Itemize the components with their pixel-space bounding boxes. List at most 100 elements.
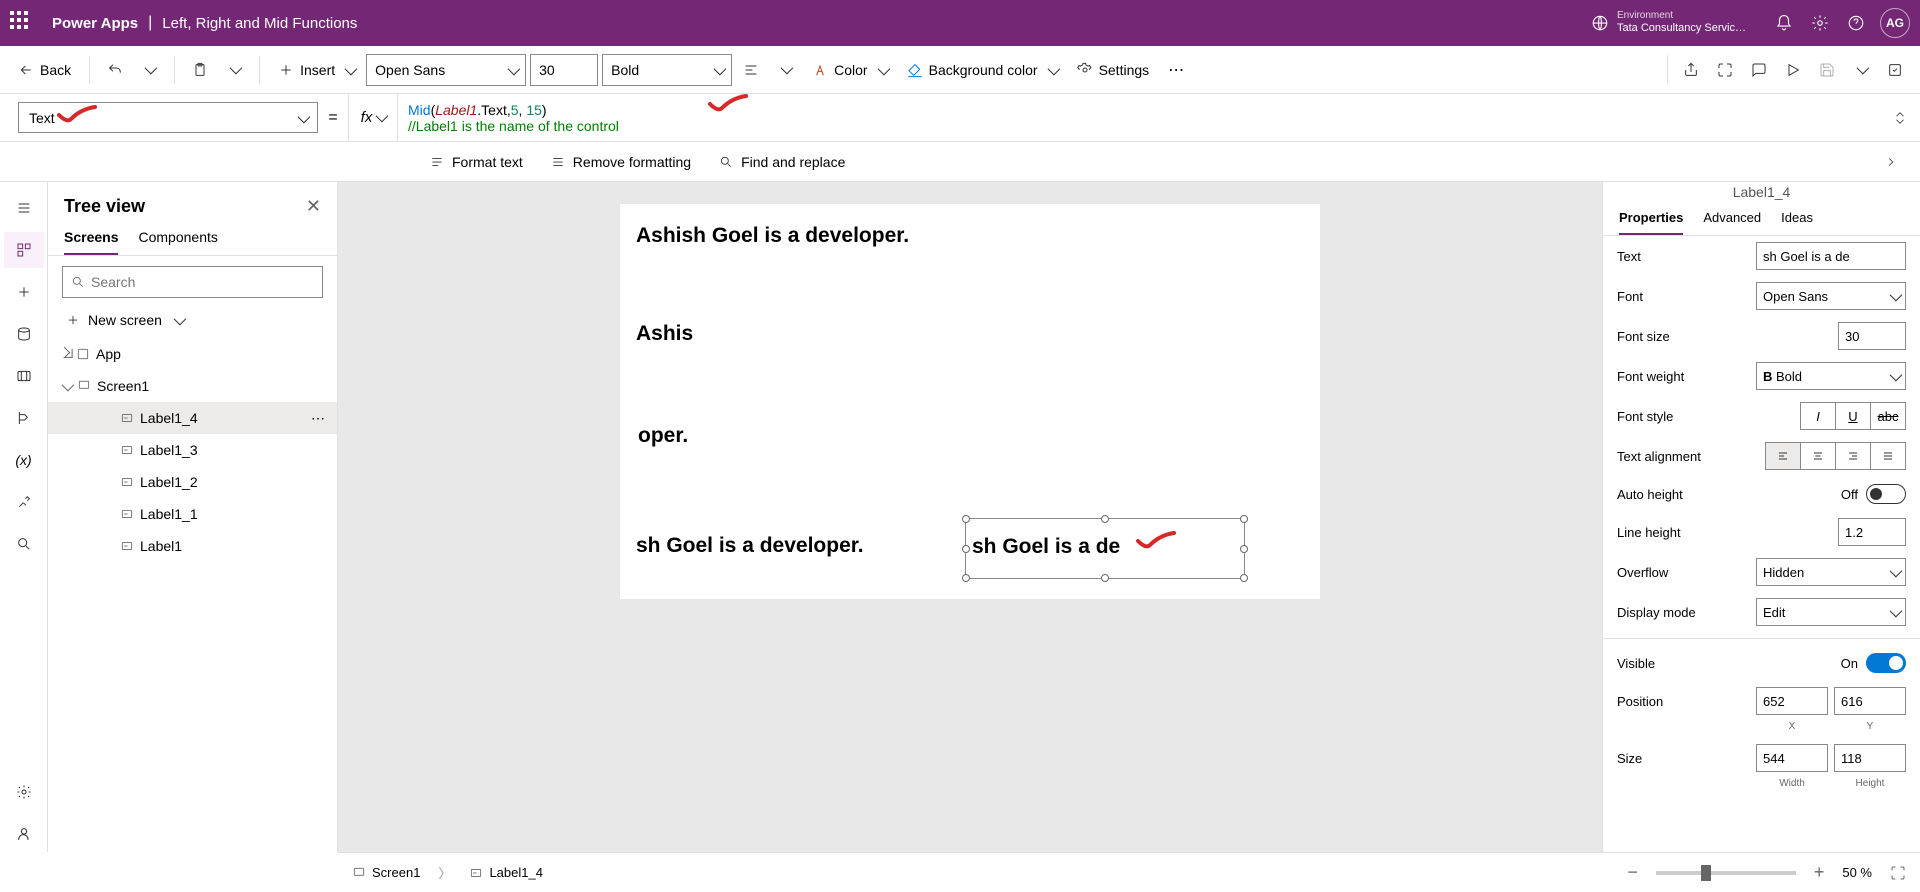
save-dropdown[interactable] <box>1846 55 1876 85</box>
prop-fontsize-input[interactable] <box>1838 322 1906 350</box>
tab-properties[interactable]: Properties <box>1619 210 1683 235</box>
tools-rail-icon[interactable] <box>4 484 44 520</box>
undo-dropdown[interactable] <box>134 55 164 85</box>
tree-search-input[interactable] <box>91 274 314 290</box>
prop-position-y[interactable] <box>1834 687 1906 715</box>
italic-button[interactable]: I <box>1800 402 1836 430</box>
tab-advanced[interactable]: Advanced <box>1703 210 1761 235</box>
close-tree-button[interactable]: ✕ <box>306 196 321 217</box>
help-button[interactable] <box>1838 5 1874 41</box>
tree-node-app[interactable]: App <box>48 338 337 370</box>
align-justify-button[interactable] <box>1870 442 1906 470</box>
prop-position-x[interactable] <box>1756 687 1828 715</box>
breadcrumb-label[interactable]: Label1_4 <box>469 865 543 880</box>
canvas-selected-label[interactable]: sh Goel is a de <box>965 518 1245 579</box>
formula-input[interactable]: Mid(Label1.Text,5, 15) //Label1 is the n… <box>398 94 1880 141</box>
insert-button[interactable]: Insert <box>270 58 362 82</box>
zoom-in-button[interactable]: + <box>1814 862 1825 883</box>
canvas-area[interactable]: Ashish Goel is a developer. Ashis oper. … <box>338 182 1602 852</box>
align-dropdown[interactable] <box>770 55 800 85</box>
breadcrumb-screen[interactable]: Screen1 <box>352 865 420 880</box>
data-rail-icon[interactable] <box>4 316 44 352</box>
font-dropdown[interactable]: Open Sans <box>366 54 526 86</box>
find-replace-button[interactable]: Find and replace <box>719 154 845 170</box>
app-launcher-icon[interactable] <box>10 11 34 35</box>
remove-formatting-button[interactable]: Remove formatting <box>551 154 691 170</box>
environment-picker[interactable]: Environment Tata Consultancy Servic… <box>1617 10 1746 35</box>
app-checker-button[interactable] <box>1710 55 1740 85</box>
align-right-button[interactable] <box>1835 442 1871 470</box>
tree-node-label[interactable]: Label1_2 <box>48 466 337 498</box>
zoom-slider[interactable] <box>1656 871 1796 875</box>
expand-panel-button[interactable] <box>1884 155 1908 169</box>
variables-rail-icon[interactable]: (x) <box>4 442 44 478</box>
app-header: Power Apps | Left, Right and Mid Functio… <box>0 0 1920 46</box>
fit-to-window-button[interactable] <box>1890 865 1906 881</box>
tab-screens[interactable]: Screens <box>64 229 118 255</box>
prop-displaymode-dropdown[interactable]: Edit <box>1756 598 1906 626</box>
tree-node-label[interactable]: Label1_1 <box>48 498 337 530</box>
undo-button[interactable] <box>100 55 130 85</box>
flows-rail-icon[interactable] <box>4 400 44 436</box>
new-screen-button[interactable]: New screen <box>48 308 337 338</box>
insert-rail-icon[interactable] <box>4 274 44 310</box>
prop-size-w[interactable] <box>1756 744 1828 772</box>
ask-rail-icon[interactable] <box>4 816 44 852</box>
prop-overflow-dropdown[interactable]: Hidden <box>1756 558 1906 586</box>
canvas-label-2[interactable]: Ashis <box>636 322 693 346</box>
zoom-out-button[interactable]: − <box>1627 862 1638 883</box>
tree-node-label[interactable]: Label1_3 <box>48 434 337 466</box>
search-rail-icon[interactable] <box>4 526 44 562</box>
save-button[interactable] <box>1812 55 1842 85</box>
tree-view-icon[interactable] <box>4 232 44 268</box>
strikethrough-button[interactable]: abc <box>1870 402 1906 430</box>
underline-button[interactable]: U <box>1835 402 1871 430</box>
tab-components[interactable]: Components <box>138 229 217 255</box>
design-canvas[interactable]: Ashish Goel is a developer. Ashis oper. … <box>620 204 1320 599</box>
node-more-icon[interactable]: ⋯ <box>311 410 325 427</box>
media-rail-icon[interactable] <box>4 358 44 394</box>
fx-button[interactable]: fx <box>348 94 398 141</box>
play-button[interactable] <box>1778 55 1808 85</box>
tab-ideas[interactable]: Ideas <box>1781 210 1813 235</box>
settings-rail-icon[interactable] <box>4 774 44 810</box>
settings-button[interactable] <box>1802 5 1838 41</box>
prop-fontweight-dropdown[interactable]: B Bold <box>1756 362 1906 390</box>
prop-lineheight-input[interactable] <box>1838 518 1906 546</box>
align-center-button[interactable] <box>1800 442 1836 470</box>
paste-dropdown[interactable] <box>219 55 249 85</box>
format-text-button[interactable]: Format text <box>430 154 523 170</box>
canvas-label-4[interactable]: sh Goel is a developer. <box>636 534 864 558</box>
bgcolor-button[interactable]: Background color <box>899 58 1065 82</box>
color-button[interactable]: Color <box>804 58 894 82</box>
prop-font-dropdown[interactable]: Open Sans <box>1756 282 1906 310</box>
tree-node-label[interactable]: Label1 <box>48 530 337 562</box>
notifications-button[interactable] <box>1766 5 1802 41</box>
hamburger-icon[interactable] <box>4 190 44 226</box>
prop-text-input[interactable] <box>1756 242 1906 270</box>
font-size-input[interactable]: 30 <box>530 54 598 86</box>
tree-node-label[interactable]: Label1_4 ⋯ <box>48 402 337 434</box>
tree-search[interactable] <box>62 266 323 298</box>
align-left-button[interactable] <box>1765 442 1801 470</box>
publish-button[interactable] <box>1880 55 1910 85</box>
settings-toolbar-button[interactable]: Settings <box>1069 58 1158 82</box>
comments-button[interactable] <box>1744 55 1774 85</box>
prop-visible-toggle[interactable] <box>1866 653 1906 673</box>
prop-autoheight-toggle[interactable] <box>1866 484 1906 504</box>
tree-node-screen[interactable]: Screen1 <box>48 370 337 402</box>
app-name: Power Apps <box>52 15 138 32</box>
more-button[interactable]: ⋯ <box>1161 55 1191 85</box>
prop-size-h[interactable] <box>1834 744 1906 772</box>
canvas-label-3[interactable]: oper. <box>638 424 688 448</box>
property-selector[interactable]: Text <box>18 102 318 133</box>
align-button[interactable] <box>736 55 766 85</box>
user-avatar[interactable]: AG <box>1880 8 1910 38</box>
share-button[interactable] <box>1676 55 1706 85</box>
paste-button[interactable] <box>185 55 215 85</box>
back-button[interactable]: Back <box>10 58 79 82</box>
prop-fontweight-label: Font weight <box>1617 369 1684 384</box>
canvas-label-1[interactable]: Ashish Goel is a developer. <box>636 224 909 248</box>
font-weight-dropdown[interactable]: Bold <box>602 54 732 86</box>
expand-formula-button[interactable] <box>1880 94 1920 141</box>
